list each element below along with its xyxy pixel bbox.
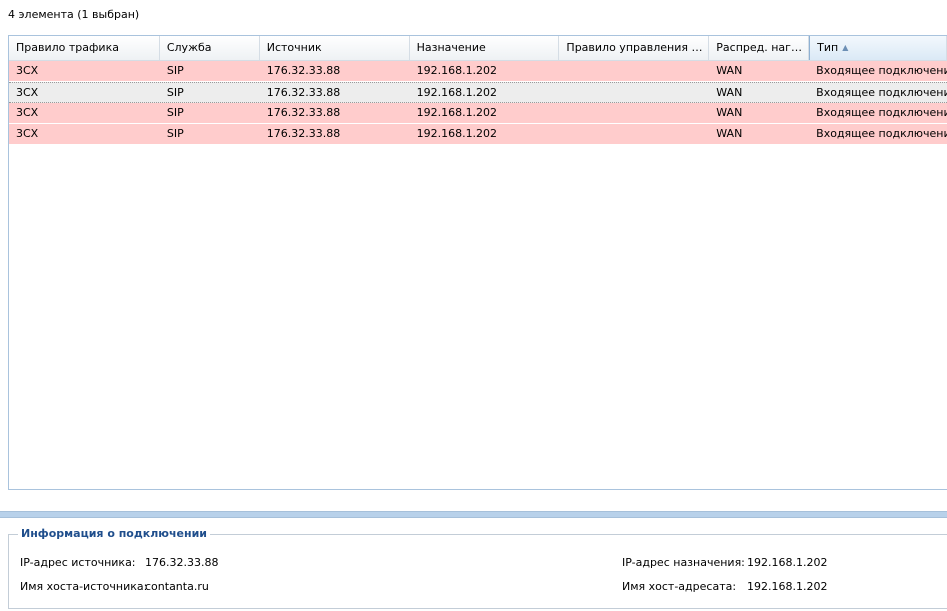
cell-traffic-rule: 3CX bbox=[16, 64, 39, 77]
cell-service: SIP bbox=[166, 64, 184, 77]
panel-splitter[interactable] bbox=[0, 511, 947, 518]
connection-info-title: Информация о подключении bbox=[18, 527, 210, 540]
cell-service: SIP bbox=[166, 106, 184, 119]
column-header-source[interactable]: Источник bbox=[260, 36, 410, 60]
cell-service: SIP bbox=[166, 127, 184, 140]
item-count-label: 4 элемента (1 выбран) bbox=[8, 8, 140, 21]
cell-policy-rule bbox=[559, 103, 709, 123]
destination-ip-value: 192.168.1.202 bbox=[747, 556, 828, 569]
cell-type: Входящее подключение bbox=[816, 86, 947, 99]
column-header-type-label: Тип bbox=[817, 41, 839, 54]
column-header-load-balancing[interactable]: Распред. нагруз... bbox=[709, 36, 810, 60]
column-header-traffic-rule[interactable]: Правило трафика bbox=[9, 36, 160, 60]
source-ip-label: IP-адрес источника: bbox=[20, 556, 136, 569]
cell-type: Входящее подключение bbox=[816, 106, 947, 119]
column-header-policy-rule[interactable]: Правило управления пол... bbox=[559, 36, 710, 60]
sort-ascending-icon: ▲ bbox=[842, 43, 849, 52]
grid-header: Правило трафика Служба Источник Назначен… bbox=[9, 36, 947, 61]
cell-traffic-rule: 3CX bbox=[16, 86, 39, 99]
cell-load-balancing: WAN bbox=[716, 127, 743, 140]
table-row[interactable]: 3CX SIP 176.32.33.88 192.168.1.202 WAN В… bbox=[9, 124, 947, 145]
cell-type: Входящее подключение bbox=[816, 127, 947, 140]
source-host-label: Имя хоста-источника: bbox=[20, 580, 148, 593]
destination-host-label: Имя хост-адресата: bbox=[622, 580, 737, 593]
column-header-type[interactable]: Тип ▲ bbox=[809, 36, 947, 60]
source-host-value: contanta.ru bbox=[145, 580, 209, 593]
column-header-destination[interactable]: Назначение bbox=[410, 36, 560, 60]
destination-ip-label: IP-адрес назначения: bbox=[622, 556, 745, 569]
cell-policy-rule bbox=[559, 61, 709, 81]
cell-policy-rule bbox=[559, 83, 709, 102]
cell-destination: 192.168.1.202 bbox=[416, 127, 498, 140]
cell-policy-rule bbox=[559, 124, 709, 144]
cell-source: 176.32.33.88 bbox=[266, 106, 341, 119]
table-row[interactable]: 3CX SIP 176.32.33.88 192.168.1.202 WAN В… bbox=[9, 103, 947, 124]
destination-host-value: 192.168.1.202 bbox=[747, 580, 828, 593]
table-row-selected[interactable]: 3CX SIP 176.32.33.88 192.168.1.202 WAN В… bbox=[9, 82, 947, 103]
cell-traffic-rule: 3CX bbox=[16, 106, 39, 119]
source-ip-value: 176.32.33.88 bbox=[145, 556, 219, 569]
cell-load-balancing: WAN bbox=[716, 64, 743, 77]
cell-destination: 192.168.1.202 bbox=[416, 106, 498, 119]
cell-destination: 192.168.1.202 bbox=[416, 64, 498, 77]
cell-source: 176.32.33.88 bbox=[266, 86, 341, 99]
cell-type: Входящее подключение bbox=[816, 64, 947, 77]
cell-destination: 192.168.1.202 bbox=[416, 86, 498, 99]
connection-info-panel: Информация о подключении IP-адрес источн… bbox=[8, 527, 947, 609]
cell-source: 176.32.33.88 bbox=[266, 64, 341, 77]
connections-grid[interactable]: Правило трафика Служба Источник Назначен… bbox=[8, 35, 947, 490]
grid-body: 3CX SIP 176.32.33.88 192.168.1.202 WAN В… bbox=[9, 61, 947, 145]
column-header-service[interactable]: Служба bbox=[160, 36, 260, 60]
cell-service: SIP bbox=[166, 86, 184, 99]
cell-traffic-rule: 3CX bbox=[16, 127, 39, 140]
cell-source: 176.32.33.88 bbox=[266, 127, 341, 140]
cell-load-balancing: WAN bbox=[716, 86, 743, 99]
table-row[interactable]: 3CX SIP 176.32.33.88 192.168.1.202 WAN В… bbox=[9, 61, 947, 82]
cell-load-balancing: WAN bbox=[716, 106, 743, 119]
